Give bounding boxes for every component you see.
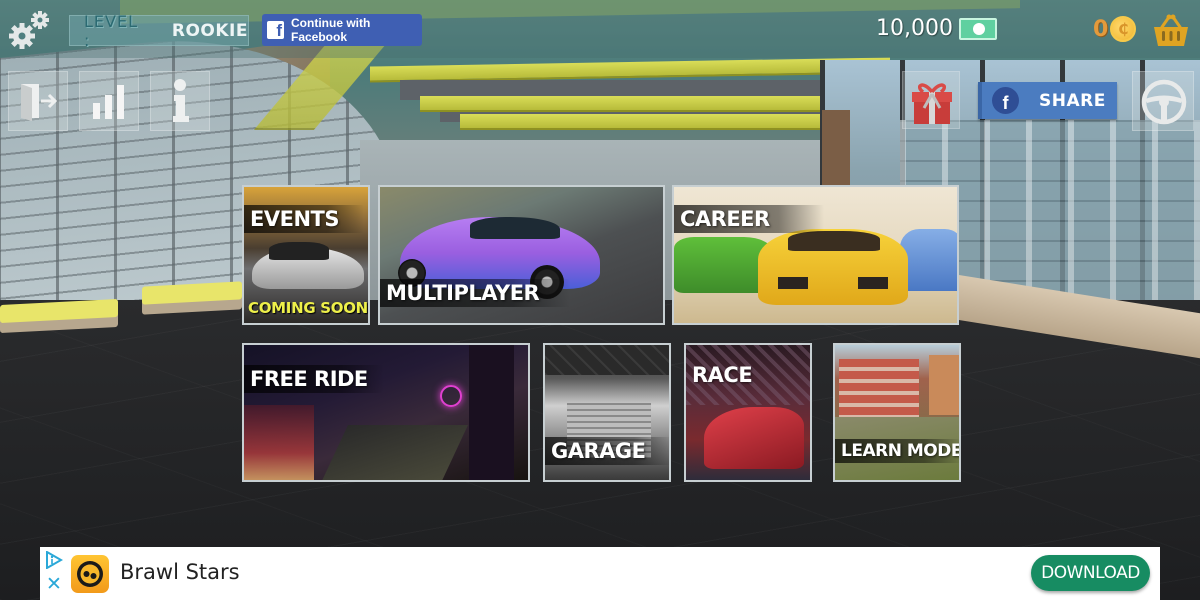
coin-balance: 0 ₵ — [1093, 16, 1137, 42]
player-level-indicator: LEVEL : ROOKIE — [69, 12, 249, 50]
steering-wheel-icon — [1141, 79, 1187, 125]
coin-icon: ₵ — [1110, 16, 1137, 42]
car-illustration — [704, 407, 804, 469]
ad-banner[interactable]: ✕ Brawl Stars DOWNLOAD — [40, 547, 1160, 600]
facebook-icon: f — [267, 21, 284, 40]
cash-value: 10,000 — [876, 16, 953, 41]
coin-value: 0 — [1093, 16, 1109, 42]
mode-tile-learn-mode[interactable]: LEARN MODE — [833, 343, 961, 482]
mode-tile-career[interactable]: CAREER — [672, 185, 959, 325]
gears-icon — [9, 11, 49, 49]
mode-tile-events[interactable]: EVENTS COMING SOON — [242, 185, 370, 325]
neon-sign — [440, 385, 462, 407]
building — [929, 355, 959, 415]
garage-ceiling — [545, 345, 669, 375]
mode-tile-garage[interactable]: GARAGE — [543, 343, 671, 482]
level-value: ROOKIE — [171, 20, 248, 41]
mode-tile-multiplayer[interactable]: MULTIPLAYER — [378, 185, 665, 325]
mode-tile-free-ride[interactable]: FREE RIDE — [242, 343, 530, 482]
mode-label: MULTIPLAYER — [380, 279, 570, 307]
skull-logo-icon — [77, 561, 103, 587]
gift-button[interactable] — [902, 71, 960, 129]
share-label: SHARE — [1039, 90, 1106, 111]
mode-label: CAREER — [674, 205, 824, 233]
ceiling-beam — [460, 114, 860, 130]
cash-balance: 10,000 — [876, 16, 997, 41]
mode-label: EVENTS — [244, 205, 364, 233]
mode-tile-race[interactable]: RACE — [684, 343, 812, 482]
mode-label: LEARN MODE — [835, 439, 959, 463]
exit-button[interactable] — [8, 71, 68, 131]
bar-chart-icon — [93, 85, 124, 119]
info-button[interactable] — [150, 71, 210, 131]
level-label: LEVEL : — [84, 11, 138, 50]
ad-download-button[interactable]: DOWNLOAD — [1031, 555, 1150, 591]
facebook-login-label: Continue with Facebook — [291, 16, 371, 44]
ad-choices-icon — [46, 550, 64, 570]
mode-label: GARAGE — [545, 437, 669, 465]
leaderboard-button[interactable] — [79, 71, 139, 131]
ad-app-name: Brawl Stars — [120, 560, 240, 584]
coming-soon-badge: COMING SOON — [248, 299, 368, 317]
continue-with-facebook-button[interactable]: f Continue with Facebook — [262, 14, 422, 46]
wood-pillar — [822, 110, 850, 190]
settings-button[interactable] — [4, 6, 52, 52]
exit-door-icon — [21, 84, 58, 121]
facebook-icon: f — [992, 87, 1019, 114]
shop-button[interactable] — [1152, 14, 1190, 48]
basket-icon — [1154, 14, 1188, 46]
neon-buildings — [244, 405, 314, 480]
brawl-stars-app-icon — [71, 555, 109, 593]
banknote-icon — [958, 17, 997, 40]
ad-choices-button[interactable] — [45, 550, 64, 570]
building-wall — [469, 345, 514, 480]
car-window — [269, 242, 329, 260]
car-vent — [778, 277, 808, 289]
building — [839, 359, 919, 419]
steering-wheel-button[interactable] — [1132, 71, 1194, 131]
mode-label: FREE RIDE — [244, 365, 384, 393]
mode-label: RACE — [692, 363, 753, 387]
ceiling-beam — [420, 96, 870, 112]
facebook-share-button[interactable]: f SHARE — [978, 82, 1117, 119]
gift-icon — [912, 83, 952, 124]
city-street — [320, 425, 468, 480]
car-illustration — [900, 229, 957, 291]
info-icon — [173, 79, 189, 122]
car-window — [470, 217, 560, 239]
car-window — [788, 231, 880, 251]
car-vent — [858, 277, 888, 289]
ad-close-button[interactable]: ✕ — [46, 575, 62, 594]
